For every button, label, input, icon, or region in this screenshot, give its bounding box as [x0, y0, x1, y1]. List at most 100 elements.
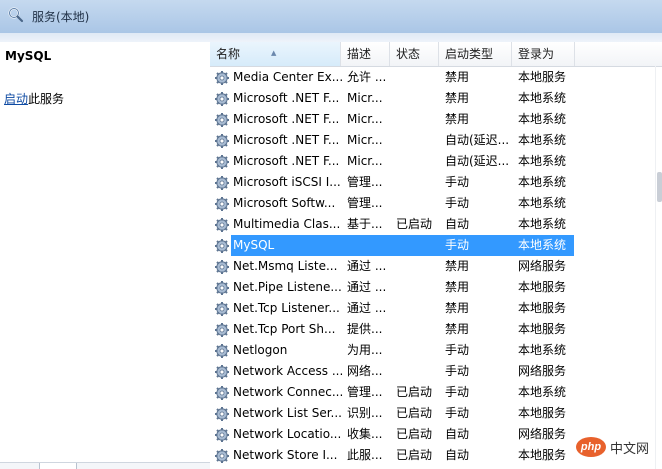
service-gear-icon: [214, 319, 232, 340]
service-gear-icon: [214, 235, 232, 256]
vertical-scrollbar-thumb[interactable]: [657, 172, 662, 202]
service-name-cell: Net.Tcp Listener...: [233, 301, 340, 315]
service-log-on-cell: 本地服务: [518, 322, 567, 336]
table-row[interactable]: Microsoft .NET F... Micr... 禁用 本地系统: [210, 109, 662, 130]
service-log-on-cell: 本地系统: [518, 133, 567, 147]
service-log-on-cell: 本地系统: [518, 385, 567, 399]
service-log-on-cell: 本地服务: [518, 301, 567, 315]
service-description-cell: 为用...: [347, 343, 383, 357]
service-log-on-cell: 本地服务: [518, 406, 567, 420]
service-log-on-cell: 本地系统: [518, 154, 567, 168]
service-startup-type-cell: 禁用: [445, 259, 470, 273]
column-header-name[interactable]: ▲ 名称: [210, 42, 341, 66]
column-header-startup-type[interactable]: 启动类型: [439, 42, 512, 66]
service-gear-icon: [214, 277, 232, 298]
table-row[interactable]: Net.Pipe Listene... 通过 ... 禁用 本地服务: [210, 277, 662, 298]
service-startup-type-cell: 禁用: [445, 70, 470, 84]
service-gear-icon: [214, 340, 232, 361]
column-header-name-label: 名称: [216, 47, 241, 61]
service-name-cell: Net.Pipe Listene...: [233, 280, 342, 294]
service-gear-icon: [214, 214, 232, 235]
service-name-cell: Microsoft .NET F...: [233, 154, 340, 168]
table-row[interactable]: Network Access ... 网络... 手动 网络服务: [210, 361, 662, 382]
table-row[interactable]: Microsoft .NET F... Micr... 禁用 本地系统: [210, 88, 662, 109]
column-header-description[interactable]: 描述: [341, 42, 390, 66]
service-name-cell: Microsoft .NET F...: [233, 133, 340, 147]
service-startup-type-cell: 手动: [445, 196, 470, 210]
table-row[interactable]: Net.Tcp Port Sh... 提供... 禁用 本地服务: [210, 319, 662, 340]
start-service-line: 启动此服务: [4, 90, 64, 107]
tab-extended[interactable]: [39, 463, 77, 469]
service-startup-type-cell: 禁用: [445, 91, 470, 105]
service-status-cell: [396, 256, 440, 277]
services-list: ▲ 名称 描述 状态 启动类型 登录为 Media Center Ex... 允许…: [210, 42, 662, 469]
service-description-cell: 此服...: [347, 448, 383, 462]
service-description-cell: Micr...: [347, 154, 383, 168]
service-startup-type-cell: 手动: [445, 175, 470, 189]
table-row[interactable]: Microsoft Softw... 管理... 手动 本地系统: [210, 193, 662, 214]
table-row[interactable]: Network Connec... 管理... 已启动 手动 本地系统: [210, 382, 662, 403]
service-log-on-cell: 网络服务: [518, 364, 567, 378]
table-row[interactable]: Microsoft .NET F... Micr... 自动(延迟... 本地系统: [210, 130, 662, 151]
table-row[interactable]: Net.Tcp Listener... 通过 ... 禁用 本地服务: [210, 298, 662, 319]
watermark-logo: php: [576, 437, 606, 457]
selected-service-name: MySQL: [5, 49, 52, 63]
service-startup-type-cell: 禁用: [445, 280, 470, 294]
service-status-cell: [396, 130, 440, 151]
table-row[interactable]: Microsoft .NET F... Micr... 自动(延迟... 本地系统: [210, 151, 662, 172]
service-status-cell: [396, 235, 440, 256]
column-header-log-on-as[interactable]: 登录为: [512, 42, 575, 66]
service-startup-type-cell: 自动(延迟...: [445, 133, 510, 147]
site-watermark: php 中文网: [576, 433, 654, 461]
service-description-cell: 管理...: [347, 385, 383, 399]
start-service-link[interactable]: 启动: [4, 92, 28, 106]
table-row[interactable]: Multimedia Clas... 基于... 已启动 自动 本地系统: [210, 214, 662, 235]
service-status-cell: 已启动: [396, 217, 433, 231]
service-status-cell: [396, 109, 440, 130]
service-gear-icon: [214, 130, 232, 151]
service-gear-icon: [214, 151, 232, 172]
service-log-on-cell: 本地系统: [518, 217, 567, 231]
table-row[interactable]: Netlogon 为用... 手动 本地系统: [210, 340, 662, 361]
service-startup-type-cell: 禁用: [445, 112, 470, 126]
service-description-cell: 允许 ...: [347, 70, 387, 84]
service-description-cell: 管理...: [347, 175, 383, 189]
service-log-on-cell: 本地系统: [518, 196, 567, 210]
window-title: 服务(本地): [32, 10, 90, 24]
service-gear-icon: [214, 382, 232, 403]
service-log-on-cell: 本地服务: [518, 280, 567, 294]
table-row[interactable]: MySQL 手动 本地系统: [210, 235, 662, 256]
service-gear-icon: [214, 424, 232, 445]
column-header-log-on-as-label: 登录为: [518, 47, 555, 61]
service-name-cell: Microsoft .NET F...: [233, 112, 340, 126]
watermark-text: 中文网: [610, 441, 650, 457]
table-row[interactable]: Network List Ser... 识别... 已启动 手动 本地服务: [210, 403, 662, 424]
service-description-cell: Micr...: [347, 112, 383, 126]
service-status-cell: 已启动: [396, 406, 433, 420]
table-row[interactable]: Microsoft iSCSI I... 管理... 手动 本地系统: [210, 172, 662, 193]
service-status-cell: [396, 361, 440, 382]
table-row[interactable]: Media Center Ex... 允许 ... 禁用 本地服务: [210, 67, 662, 88]
service-name-cell: MySQL: [233, 238, 275, 252]
service-status-cell: 已启动: [396, 385, 433, 399]
service-description-cell: 管理...: [347, 196, 383, 210]
service-name-cell: Network Access ...: [233, 364, 344, 378]
service-startup-type-cell: 禁用: [445, 301, 470, 315]
service-gear-icon: [214, 67, 232, 88]
service-name-cell: Net.Msmq Liste...: [233, 259, 338, 273]
service-log-on-cell: 本地系统: [518, 343, 567, 357]
search-magnifier-icon: [8, 7, 24, 23]
sort-ascending-icon: ▲: [271, 49, 277, 57]
service-startup-type-cell: 手动: [445, 406, 470, 420]
extended-standard-tabs: [0, 462, 210, 469]
table-row[interactable]: Net.Msmq Liste... 通过 ... 禁用 网络服务: [210, 256, 662, 277]
service-status-cell: [396, 172, 440, 193]
service-startup-type-cell: 手动: [445, 343, 470, 357]
window-title-bar: 服务(本地): [0, 0, 662, 34]
service-gear-icon: [214, 193, 232, 214]
title-strip: [0, 33, 662, 42]
service-gear-icon: [214, 88, 232, 109]
column-header-startup-type-label: 启动类型: [445, 47, 494, 61]
column-header-status[interactable]: 状态: [390, 42, 439, 66]
service-startup-type-cell: 手动: [445, 364, 470, 378]
